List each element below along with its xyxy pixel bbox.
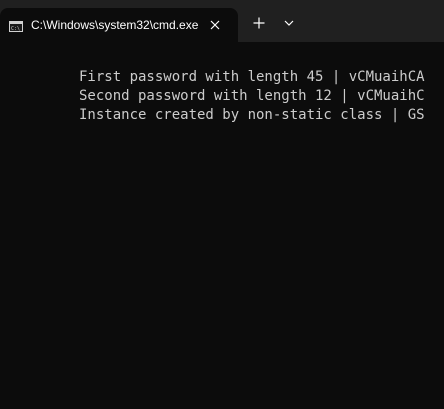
- console-output[interactable]: First password with length 45 | vCMuaihC…: [0, 42, 444, 409]
- plus-icon[interactable]: [248, 12, 270, 34]
- console-line: Second password with length 12 | vCMuaih…: [79, 88, 425, 104]
- chevron-down-icon[interactable]: [279, 12, 299, 34]
- console-line: First password with length 45 | vCMuaihC…: [79, 69, 425, 85]
- tab-bar: C:\ C:\Windows\system32\cmd.exe: [0, 0, 444, 42]
- close-icon[interactable]: [205, 15, 225, 35]
- cmd-icon: C:\: [9, 19, 23, 32]
- terminal-window: C:\ C:\Windows\system32\cmd.exe First pa…: [0, 0, 444, 409]
- svg-text:C:\: C:\: [11, 26, 20, 32]
- tab-title: C:\Windows\system32\cmd.exe: [31, 18, 198, 32]
- console-line: Instance created by non-static class | G…: [79, 107, 425, 123]
- tab-cmd[interactable]: C:\ C:\Windows\system32\cmd.exe: [0, 8, 238, 42]
